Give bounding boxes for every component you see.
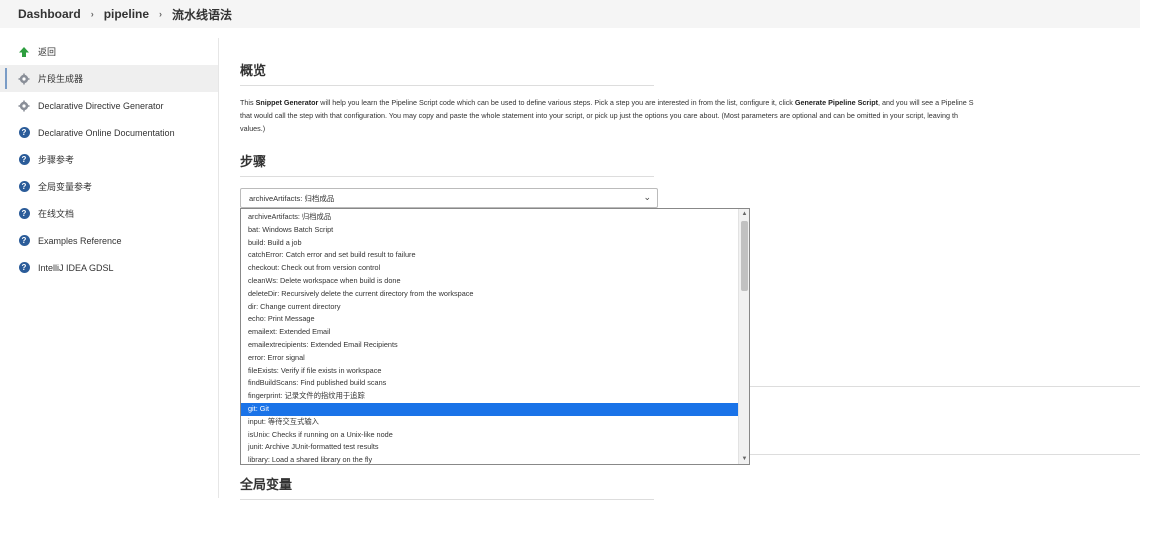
sample-step-select[interactable]: archiveArtifacts: 归档成品 ⌄	[240, 188, 658, 208]
dropdown-option[interactable]: bat: Windows Batch Script	[241, 224, 738, 237]
dropdown-options: archiveArtifacts: 归档成品 bat: Windows Batch…	[241, 211, 738, 467]
help-icon: ?	[18, 262, 30, 273]
intro-text: This Snippet Generator will help you lea…	[240, 96, 1155, 135]
intro-line-2: that would call the step with that confi…	[240, 111, 958, 120]
sidebar-item-label: 在线文档	[38, 209, 75, 219]
dropdown-option[interactable]: library: Load a shared library on the fl…	[241, 454, 738, 467]
sidebar-item-label: 返回	[38, 47, 57, 57]
sidebar-item-label: IntelliJ IDEA GDSL	[38, 262, 114, 273]
dropdown-option[interactable]: error: Error signal	[241, 352, 738, 365]
sidebar-item-steps-reference[interactable]: ? 步骤参考	[0, 146, 218, 173]
dropdown-option[interactable]: deleteDir: Recursively delete the curren…	[241, 288, 738, 301]
sidebar-item-label: 步骤参考	[38, 155, 75, 165]
intro-text-part: This	[240, 98, 256, 107]
sidebar-item-directive-generator[interactable]: Declarative Directive Generator	[0, 92, 218, 119]
dropdown-option[interactable]: input: 等待交互式输入	[241, 416, 738, 429]
overview-title: 概览	[240, 60, 654, 86]
sidebar-item-snippet-generator[interactable]: 片段生成器	[0, 65, 218, 92]
sidebar-item-back[interactable]: 返回	[0, 38, 218, 65]
sidebar-item-online-documentation[interactable]: ? Declarative Online Documentation	[0, 119, 218, 146]
sample-step-dropdown[interactable]: archiveArtifacts: 归档成品 bat: Windows Batch…	[240, 208, 750, 465]
intro-text-part: will help you learn the Pipeline Script …	[318, 98, 795, 107]
breadcrumb-separator: ›	[90, 9, 94, 19]
dropdown-option[interactable]: git: Git	[241, 402, 738, 416]
scroll-thumb[interactable]	[741, 221, 748, 291]
intro-line-1: This Snippet Generator will help you lea…	[240, 96, 1155, 109]
dropdown-option[interactable]: echo: Print Message	[241, 313, 738, 326]
dropdown-option[interactable]: cleanWs: Delete workspace when build is …	[241, 275, 738, 288]
intro-line-3: values.)	[240, 124, 266, 133]
sidebar-item-label: Declarative Directive Generator	[38, 100, 164, 111]
gear-icon	[18, 100, 30, 112]
steps-title: 步骤	[240, 151, 654, 177]
breadcrumb-separator: ›	[159, 9, 163, 19]
gear-icon	[18, 73, 30, 85]
chevron-down-icon: ⌄	[643, 192, 651, 202]
sidebar-item-label: Declarative Online Documentation	[38, 127, 175, 138]
dropdown-option[interactable]: junit: Archive JUnit-formatted test resu…	[241, 441, 738, 454]
intro-bold-generate-script: Generate Pipeline Script	[794, 98, 878, 107]
dropdown-option[interactable]: fileExists: Verify if file exists in wor…	[241, 365, 738, 378]
main-content: 概览 This Snippet Generator will help you …	[240, 60, 1155, 500]
breadcrumb: Dashboard › pipeline › 流水线语法	[0, 0, 1140, 28]
scroll-down-icon[interactable]: ▼	[739, 454, 750, 464]
divider	[750, 386, 1140, 387]
sidebar: 返回 片段生成器 Declarative Directive Generator…	[0, 38, 219, 498]
dropdown-option[interactable]: isUnix: Checks if running on a Unix-like…	[241, 429, 738, 442]
dropdown-option[interactable]: findBuildScans: Find published build sca…	[241, 377, 738, 390]
breadcrumb-pipeline-syntax[interactable]: 流水线语法	[172, 6, 232, 23]
sidebar-item-intellij-gdsl[interactable]: ? IntelliJ IDEA GDSL	[0, 254, 218, 281]
dropdown-option[interactable]: fingerprint: 记录文件的指纹用于追踪	[241, 390, 738, 403]
sample-step-select-value: archiveArtifacts: 归档成品	[249, 193, 335, 203]
intro-bold-snippet-generator: Snippet Generator	[255, 98, 319, 107]
dropdown-option[interactable]: dir: Change current directory	[241, 301, 738, 314]
dropdown-option[interactable]: checkout: Check out from version control	[241, 262, 738, 275]
help-icon: ?	[18, 208, 30, 219]
dropdown-option[interactable]: emailext: Extended Email	[241, 326, 738, 339]
sidebar-item-examples-reference[interactable]: ? Examples Reference	[0, 227, 218, 254]
help-icon: ?	[18, 154, 30, 165]
sidebar-item-online-docs[interactable]: ? 在线文档	[0, 200, 218, 227]
intro-text-part: , and you will see a Pipeline S	[878, 98, 974, 107]
help-icon: ?	[18, 127, 30, 138]
dropdown-option[interactable]: emailextrecipients: Extended Email Recip…	[241, 339, 738, 352]
help-icon: ?	[18, 181, 30, 192]
sidebar-item-label: Examples Reference	[38, 235, 122, 246]
sidebar-item-global-variables-reference[interactable]: ? 全局变量参考	[0, 173, 218, 200]
breadcrumb-pipeline[interactable]: pipeline	[104, 7, 149, 21]
global-variables-title: 全局变量	[240, 474, 654, 500]
breadcrumb-dashboard[interactable]: Dashboard	[18, 7, 81, 21]
divider	[750, 454, 1140, 455]
help-icon: ?	[18, 235, 30, 246]
scroll-up-icon[interactable]: ▲	[739, 209, 750, 219]
arrow-up-icon	[18, 46, 30, 58]
dropdown-option[interactable]: build: Build a job	[241, 237, 738, 250]
dropdown-scrollbar[interactable]: ▲ ▼	[738, 209, 749, 464]
sidebar-item-label: 全局变量参考	[38, 182, 93, 192]
dropdown-option[interactable]: archiveArtifacts: 归档成品	[241, 211, 738, 224]
dropdown-option[interactable]: catchError: Catch error and set build re…	[241, 249, 738, 262]
sidebar-item-label: 片段生成器	[38, 74, 84, 84]
